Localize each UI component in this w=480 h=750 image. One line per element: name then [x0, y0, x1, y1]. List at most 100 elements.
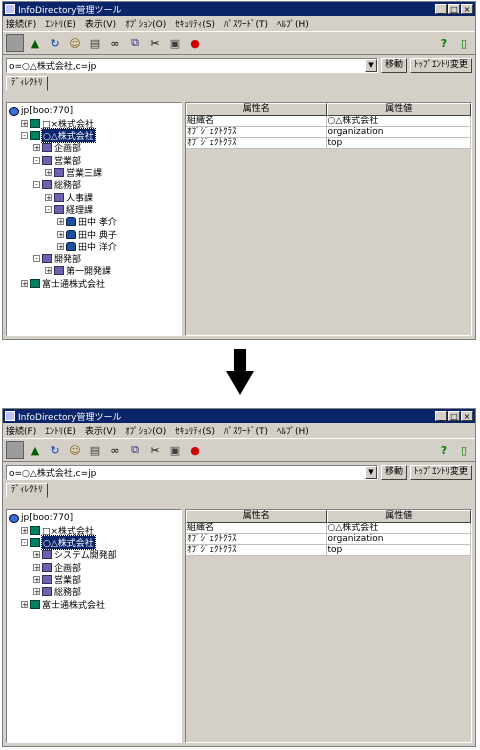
paste-icon[interactable]: ▣ [166, 441, 184, 459]
menu-entry[interactable]: ｴﾝﾄﾘ(E) [45, 424, 76, 437]
collapse-icon[interactable]: - [33, 255, 40, 263]
tree-node[interactable]: + 田中 洋介 [57, 240, 117, 253]
tree-node[interactable]: + システム開発部 [33, 549, 117, 561]
menu-security[interactable]: ｾｷｭﾘﾃｨ(S) [175, 17, 215, 30]
tree-node[interactable]: - 開発部 [33, 253, 81, 265]
collapse-icon[interactable]: - [21, 539, 28, 547]
column-attr-value[interactable]: 属性値 [326, 103, 471, 116]
tree-node[interactable]: + 営業三課 [45, 167, 102, 179]
up-level-icon[interactable]: ▲ [26, 441, 44, 459]
expand-icon[interactable]: + [45, 267, 52, 275]
menu-password[interactable]: ﾊﾟｽﾜｰﾄﾞ(T) [224, 17, 268, 30]
tree-node[interactable]: + 富士通株式会社 [21, 277, 105, 290]
cancel-icon[interactable]: ● [186, 441, 204, 459]
tab-directory[interactable]: ﾃﾞｨﾚｸﾄﾘ [6, 483, 48, 498]
tree-node[interactable]: + 田中 典子 [57, 228, 117, 241]
top-entry-button[interactable]: ﾄｯﾌﾟｴﾝﾄﾘ変更 [409, 57, 472, 73]
tree-node[interactable]: + 営業部 [33, 574, 81, 586]
tree-node[interactable]: - 営業部 [33, 154, 81, 167]
expand-icon[interactable]: + [21, 526, 28, 534]
column-attr-value[interactable]: 属性値 [326, 510, 471, 523]
collapse-icon[interactable]: - [33, 156, 40, 164]
delete-icon[interactable]: ▤ [86, 34, 104, 52]
table-row[interactable]: ｵﾌﾞｼﾞｪｸﾄｸﾗｽ top [186, 138, 471, 149]
expand-icon[interactable]: + [57, 230, 64, 238]
tree-node[interactable]: + 第一開発課 [45, 265, 111, 277]
help-icon[interactable]: ? [435, 441, 453, 459]
menu-options[interactable]: ｵﾌﾟｼｮﾝ(O) [125, 424, 166, 437]
expand-icon[interactable]: + [33, 551, 40, 559]
menu-password[interactable]: ﾊﾟｽﾜｰﾄﾞ(T) [224, 424, 268, 437]
table-row[interactable]: ｵﾌﾞｼﾞｪｸﾄｸﾗｽ organization [186, 127, 471, 138]
collapse-icon[interactable]: - [45, 205, 52, 213]
tree-node[interactable]: - ○△株式会社 [21, 535, 96, 551]
search-user-icon[interactable]: ☺ [66, 34, 84, 52]
table-row[interactable]: 組織名 ○△株式会社 [186, 116, 471, 127]
tree-node[interactable]: jp[boo:770] [9, 105, 73, 117]
cancel-icon[interactable]: ● [186, 34, 204, 52]
expand-icon[interactable]: + [45, 169, 52, 177]
exit-icon[interactable]: ▯ [455, 441, 473, 459]
menu-options[interactable]: ｵﾌﾟｼｮﾝ(O) [125, 17, 166, 30]
expand-icon[interactable]: + [45, 193, 52, 201]
tree-node[interactable]: + 田中 孝介 [57, 216, 117, 228]
tree-node[interactable]: jp[boo:770] [9, 512, 73, 524]
close-button[interactable]: × [461, 4, 473, 14]
tree-node[interactable]: - ○△株式会社 [21, 128, 96, 144]
copy-icon[interactable]: ⧉ [126, 34, 144, 52]
chevron-down-icon[interactable]: ▼ [364, 465, 377, 479]
expand-icon[interactable]: + [57, 218, 64, 226]
move-button[interactable]: 移動 [380, 464, 407, 480]
menu-connect[interactable]: 接続(F) [6, 424, 36, 437]
tree-node[interactable]: + □×株式会社 [21, 117, 94, 130]
exit-icon[interactable]: ▯ [455, 34, 473, 52]
table-row[interactable]: ｵﾌﾞｼﾞｪｸﾄｸﾗｽ organization [186, 534, 471, 545]
delete-icon[interactable]: ▤ [86, 441, 104, 459]
tree-node[interactable]: - 総務部 [33, 179, 81, 191]
collapse-icon[interactable]: - [21, 132, 28, 140]
tree-node[interactable]: + 総務部 [33, 586, 81, 598]
menu-help[interactable]: ﾍﾙﾌﾟ(H) [277, 424, 309, 437]
copy-icon[interactable]: ⧉ [126, 441, 144, 459]
minimize-button[interactable]: _ [435, 4, 447, 14]
cut-icon[interactable]: ✂ [146, 34, 164, 52]
cut-icon[interactable]: ✂ [146, 441, 164, 459]
tab-directory[interactable]: ﾃﾞｨﾚｸﾄﾘ [6, 76, 48, 91]
maximize-button[interactable]: □ [448, 411, 460, 421]
stop-icon[interactable] [6, 441, 24, 459]
expand-icon[interactable]: + [33, 563, 40, 571]
up-level-icon[interactable]: ▲ [26, 34, 44, 52]
table-row[interactable]: ｵﾌﾞｼﾞｪｸﾄｸﾗｽ top [186, 545, 471, 556]
search-user-icon[interactable]: ☺ [66, 441, 84, 459]
help-icon[interactable]: ? [435, 34, 453, 52]
expand-icon[interactable]: + [57, 242, 64, 250]
tree-node[interactable]: + □×株式会社 [21, 524, 94, 537]
maximize-button[interactable]: □ [448, 4, 460, 14]
tree-node[interactable]: + 企画部 [33, 561, 81, 574]
expand-icon[interactable]: + [33, 588, 40, 596]
find-icon[interactable]: ∞ [106, 441, 124, 459]
expand-icon[interactable]: + [21, 279, 28, 287]
menu-view[interactable]: 表示(V) [85, 17, 116, 30]
expand-icon[interactable]: + [33, 144, 40, 152]
menu-security[interactable]: ｾｷｭﾘﾃｨ(S) [175, 424, 215, 437]
expand-icon[interactable]: + [21, 119, 28, 127]
expand-icon[interactable]: + [21, 600, 28, 608]
menu-entry[interactable]: ｴﾝﾄﾘ(E) [45, 17, 76, 30]
address-combo[interactable]: o=○△株式会社,c=jp ▼ [6, 464, 378, 480]
tree-node[interactable]: + 人事課 [45, 191, 93, 204]
table-row[interactable]: 組織名 ○△株式会社 [186, 523, 471, 534]
refresh-icon[interactable]: ↻ [46, 441, 64, 459]
tree-node[interactable]: - 経理課 [45, 203, 93, 216]
expand-icon[interactable]: + [33, 576, 40, 584]
chevron-down-icon[interactable]: ▼ [364, 58, 377, 72]
find-icon[interactable]: ∞ [106, 34, 124, 52]
column-attr-name[interactable]: 属性名 [186, 510, 327, 523]
tree-node[interactable]: + 富士通株式会社 [21, 598, 105, 611]
menu-connect[interactable]: 接続(F) [6, 17, 36, 30]
menu-help[interactable]: ﾍﾙﾌﾟ(H) [277, 17, 309, 30]
refresh-icon[interactable]: ↻ [46, 34, 64, 52]
top-entry-button[interactable]: ﾄｯﾌﾟｴﾝﾄﾘ変更 [409, 464, 472, 480]
paste-icon[interactable]: ▣ [166, 34, 184, 52]
move-button[interactable]: 移動 [380, 57, 407, 73]
